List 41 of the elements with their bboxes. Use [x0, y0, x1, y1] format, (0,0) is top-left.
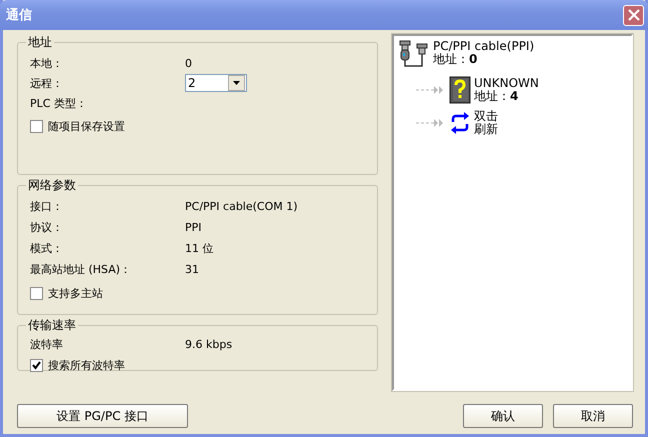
node-sublabel: 刷新: [474, 123, 498, 136]
group-title: 传输速率: [27, 317, 77, 334]
window-title: 通信: [6, 7, 32, 24]
checkbox-label: 支持多主站: [48, 286, 103, 301]
field-value: 9.6 kbps: [185, 338, 232, 350]
field-value: PC/PPI cable(COM 1): [185, 200, 298, 213]
field-value: PPI: [185, 221, 202, 234]
cable-icon: [398, 40, 430, 70]
checkbox[interactable]: [30, 287, 43, 300]
field-label: 协议：: [30, 220, 64, 235]
checkbox-label: 随项目保存设置: [48, 119, 125, 134]
field-value: 11 位: [185, 241, 214, 256]
group-title: 地址: [27, 34, 53, 51]
node-label[interactable]: UNKNOWN: [474, 77, 539, 90]
set-pgpc-interface-button[interactable]: 设置 PG/PC 接口: [17, 404, 188, 428]
field-label: PLC 类型：: [30, 96, 88, 110]
checkbox[interactable]: [30, 120, 43, 133]
field-value: 31: [185, 263, 199, 276]
tree-connector-icon: [416, 118, 446, 128]
refresh-icon[interactable]: [449, 112, 471, 134]
tree-connector-icon: [416, 85, 446, 95]
node-sublabel: 地址：4: [474, 90, 520, 103]
node-label[interactable]: 双击: [474, 110, 498, 123]
question-mark-icon: [449, 76, 471, 104]
node-label[interactable]: PC/PPI cable(PPI): [433, 40, 534, 53]
field-label: 本地：: [30, 56, 64, 70]
field-label: 接口：: [30, 199, 64, 214]
checkbox[interactable]: [30, 359, 43, 372]
field-label: 最高站地址 (HSA)：: [30, 262, 132, 277]
group-title: 网络参数: [27, 177, 77, 194]
close-icon: [628, 9, 640, 21]
field-label: 远程：: [30, 76, 64, 90]
cancel-button[interactable]: 取消: [553, 404, 633, 428]
checkbox-label: 搜索所有波特率: [48, 358, 125, 373]
ok-button[interactable]: 确认: [463, 404, 543, 428]
field-value: 0: [185, 56, 192, 70]
close-button[interactable]: [623, 4, 644, 26]
field-label: 波特率: [30, 336, 64, 352]
field-label: 模式：: [30, 241, 64, 256]
dropdown[interactable]: 2: [185, 74, 247, 92]
node-address: 地址：0: [433, 53, 478, 66]
